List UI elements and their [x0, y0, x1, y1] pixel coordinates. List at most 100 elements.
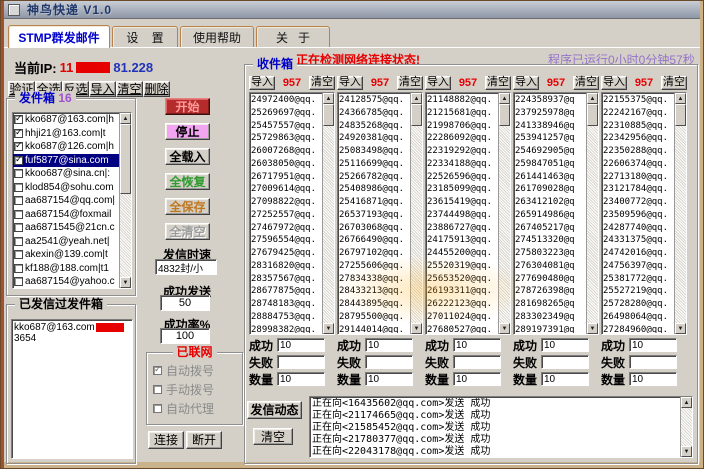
scroll-down-icon[interactable]: ▼: [675, 323, 686, 334]
success-input[interactable]: [541, 338, 589, 352]
recipient-listbox[interactable]: 24972400@qq.25269697@qq.25457557@qq.2572…: [249, 92, 335, 335]
sent-senders-box[interactable]: kko687@163.com 3654: [11, 319, 133, 459]
scroll-up-icon[interactable]: ▲: [681, 397, 692, 408]
sender-list-item[interactable]: klod854@sohu.com: [13, 181, 131, 195]
scroll-down-icon[interactable]: ▼: [499, 323, 510, 334]
recipient-listbox[interactable]: 224358937@q237925978@q241338946@q2539412…: [513, 92, 599, 335]
success-input[interactable]: [629, 338, 677, 352]
import-senders-button[interactable]: 导入: [89, 81, 116, 97]
stop-button[interactable]: 停止: [165, 123, 210, 140]
log-scrollbar[interactable]: ▲▼: [680, 397, 692, 457]
scroll-thumb[interactable]: [499, 104, 510, 126]
import-button[interactable]: 导入: [425, 76, 451, 90]
sender-list-item[interactable]: kko687@126.com|h: [13, 140, 131, 154]
checkbox-icon[interactable]: [14, 264, 23, 273]
scroll-track[interactable]: [411, 126, 422, 323]
success-input[interactable]: [453, 338, 501, 352]
success-input[interactable]: [365, 338, 413, 352]
sender-list-item[interactable]: kf188@188.com|t1: [13, 262, 131, 276]
sender-list-item[interactable]: akexin@139.com|t: [13, 248, 131, 262]
window-system-icon[interactable]: [8, 4, 20, 16]
scroll-down-icon[interactable]: ▼: [323, 323, 334, 334]
scroll-down-icon[interactable]: ▼: [411, 323, 422, 334]
sender-list-item[interactable]: aa687154@foxmail: [13, 208, 131, 222]
clear-button[interactable]: 清空: [397, 76, 423, 90]
tab-settings[interactable]: 设 置: [112, 26, 178, 47]
scroll-thumb[interactable]: [675, 104, 686, 126]
scroll-thumb[interactable]: [323, 104, 334, 126]
scroll-up-icon[interactable]: ▲: [411, 93, 422, 104]
clear-all-button[interactable]: 全清空: [165, 223, 210, 240]
disconnect-button[interactable]: 断开: [186, 431, 222, 449]
scroll-up-icon[interactable]: ▲: [323, 93, 334, 104]
checkbox-icon[interactable]: [153, 366, 162, 375]
start-button[interactable]: 开始: [165, 98, 210, 115]
scroll-up-icon[interactable]: ▲: [587, 93, 598, 104]
scroll-up-icon[interactable]: ▲: [499, 93, 510, 104]
fail-input[interactable]: [277, 355, 325, 369]
clear-button[interactable]: 清空: [573, 76, 599, 90]
success-input[interactable]: [277, 338, 325, 352]
import-button[interactable]: 导入: [601, 76, 627, 90]
dial-option[interactable]: 自动代理: [147, 399, 242, 418]
scroll-track[interactable]: [120, 194, 131, 277]
clear-button[interactable]: 清空: [485, 76, 511, 90]
checkbox-icon[interactable]: [14, 183, 23, 192]
sender-list-item[interactable]: aa687154@yahoo.c: [13, 275, 131, 289]
scroll-down-icon[interactable]: ▼: [120, 277, 131, 288]
scroll-down-icon[interactable]: ▼: [587, 323, 598, 334]
scroll-thumb[interactable]: [120, 124, 131, 194]
checkbox-icon[interactable]: [14, 169, 23, 178]
sender-list[interactable]: kko687@163.com|h hhji21@163.com|t kko687…: [12, 112, 132, 289]
checkbox-icon[interactable]: [14, 277, 23, 286]
success-sent-input[interactable]: [160, 295, 210, 311]
checkbox-icon[interactable]: [14, 156, 23, 165]
scrollbar[interactable]: ▲▼: [322, 93, 334, 334]
dial-option[interactable]: 手动拨号: [147, 380, 242, 399]
delete-sender-button[interactable]: 删除: [143, 81, 170, 97]
sender-scrollbar[interactable]: ▲ ▼: [119, 113, 131, 288]
qty-input[interactable]: [277, 372, 325, 386]
import-button[interactable]: 导入: [513, 76, 539, 90]
sender-list-item[interactable]: aa2541@yeah.net|: [13, 235, 131, 249]
scroll-track[interactable]: [681, 408, 692, 446]
clear-button[interactable]: 清空: [309, 76, 335, 90]
recipient-listbox[interactable]: 22155375@qq.22242167@qq.22310885@qq.2234…: [601, 92, 687, 335]
checkbox-icon[interactable]: [14, 210, 23, 219]
checkbox-icon[interactable]: [14, 196, 23, 205]
recipient-listbox[interactable]: 21148882@qq.21215681@qq.21998706@qq.2228…: [425, 92, 511, 335]
qty-input[interactable]: [629, 372, 677, 386]
scroll-up-icon[interactable]: ▲: [675, 93, 686, 104]
sender-list-item[interactable]: kkoo687@sina.cn|:: [13, 167, 131, 181]
scroll-thumb[interactable]: [587, 104, 598, 126]
qty-input[interactable]: [541, 372, 589, 386]
checkbox-icon[interactable]: [14, 237, 23, 246]
checkbox-icon[interactable]: [14, 250, 23, 259]
checkbox-icon[interactable]: [153, 404, 162, 413]
scroll-thumb[interactable]: [411, 104, 422, 126]
checkbox-icon[interactable]: [153, 385, 162, 394]
fail-input[interactable]: [453, 355, 501, 369]
qty-input[interactable]: [365, 372, 413, 386]
scroll-track[interactable]: [323, 126, 334, 323]
scrollbar[interactable]: ▲▼: [410, 93, 422, 334]
checkbox-icon[interactable]: [14, 115, 23, 124]
recipient-listbox[interactable]: 24128575@qq.24366785@qq.24835268@qq.2492…: [337, 92, 423, 335]
fail-input[interactable]: [365, 355, 413, 369]
checkbox-icon[interactable]: [14, 223, 23, 232]
clear-button[interactable]: 清空: [661, 76, 687, 90]
send-speed-input[interactable]: [155, 259, 217, 275]
save-all-button[interactable]: 全保存: [165, 198, 210, 215]
tab-about[interactable]: 关 于: [256, 26, 330, 47]
clear-log-button[interactable]: 清空: [253, 428, 293, 445]
scrollbar[interactable]: ▲▼: [674, 93, 686, 334]
scrollbar[interactable]: ▲▼: [498, 93, 510, 334]
scroll-up-icon[interactable]: ▲: [120, 113, 131, 124]
sender-list-item[interactable]: fuf5877@sina.com: [13, 154, 131, 168]
tab-help[interactable]: 使用帮助: [180, 26, 254, 47]
qty-input[interactable]: [453, 372, 501, 386]
sender-list-item[interactable]: hhji21@163.com|t: [13, 127, 131, 141]
checkbox-icon[interactable]: [14, 142, 23, 151]
tab-smtp-bulk-mail[interactable]: STMP群发邮件: [8, 25, 110, 48]
scroll-track[interactable]: [587, 126, 598, 323]
